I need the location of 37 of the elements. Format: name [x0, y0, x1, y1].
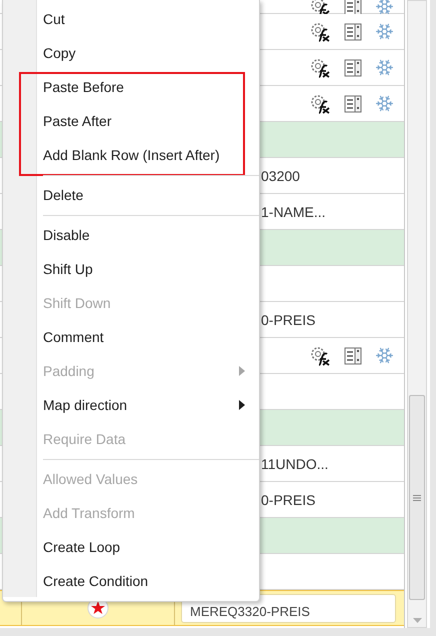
- gear-function-icon[interactable]: [309, 58, 331, 78]
- snowflake-icon[interactable]: [375, 22, 394, 41]
- snowflake-icon[interactable]: [375, 0, 394, 16]
- menu-item[interactable]: Delete: [3, 178, 259, 212]
- submenu-arrow-icon: [239, 366, 245, 376]
- menu-item[interactable]: Paste After: [3, 104, 259, 138]
- numbered-list-icon[interactable]: [344, 346, 362, 364]
- menu-item[interactable]: Copy: [3, 36, 259, 70]
- snowflake-icon[interactable]: [375, 94, 394, 113]
- submenu-arrow-icon: [239, 400, 245, 410]
- numbered-list-icon[interactable]: [344, 58, 362, 76]
- menu-item[interactable]: Create Loop: [3, 530, 259, 564]
- gear-function-icon[interactable]: [309, 94, 331, 114]
- numbered-list-icon[interactable]: [344, 0, 362, 16]
- table-cell: 11UNDO...: [261, 456, 328, 472]
- menu-item[interactable]: Disable: [3, 218, 259, 252]
- gear-function-icon[interactable]: [309, 346, 331, 366]
- menu-item[interactable]: Cut: [3, 2, 259, 36]
- value-field[interactable]: MEREQ3320-PREIS: [181, 594, 396, 623]
- scroll-thumb[interactable]: [409, 395, 425, 600]
- numbered-list-icon[interactable]: [344, 94, 362, 112]
- menu-item[interactable]: Comment: [3, 320, 259, 354]
- table-cell: 0-PREIS: [261, 312, 316, 328]
- numbered-list-icon[interactable]: [344, 22, 362, 40]
- gear-function-icon[interactable]: [309, 22, 331, 42]
- gear-function-icon[interactable]: [309, 0, 331, 16]
- table-cell: 0-PREIS: [261, 492, 316, 508]
- menu-item[interactable]: Paste Before: [3, 70, 259, 104]
- snowflake-icon[interactable]: [375, 58, 394, 77]
- scrollbar[interactable]: [407, 0, 427, 628]
- menu-item[interactable]: Shift Up: [3, 252, 259, 286]
- menu-item[interactable]: Map direction: [3, 388, 259, 422]
- table-cell: 1-NAME...: [261, 204, 326, 220]
- snowflake-icon[interactable]: [375, 346, 394, 365]
- grip-icon: [413, 494, 421, 500]
- menu-item[interactable]: Add Blank Row (Insert After): [3, 138, 259, 172]
- table-cell: 03200: [261, 168, 300, 184]
